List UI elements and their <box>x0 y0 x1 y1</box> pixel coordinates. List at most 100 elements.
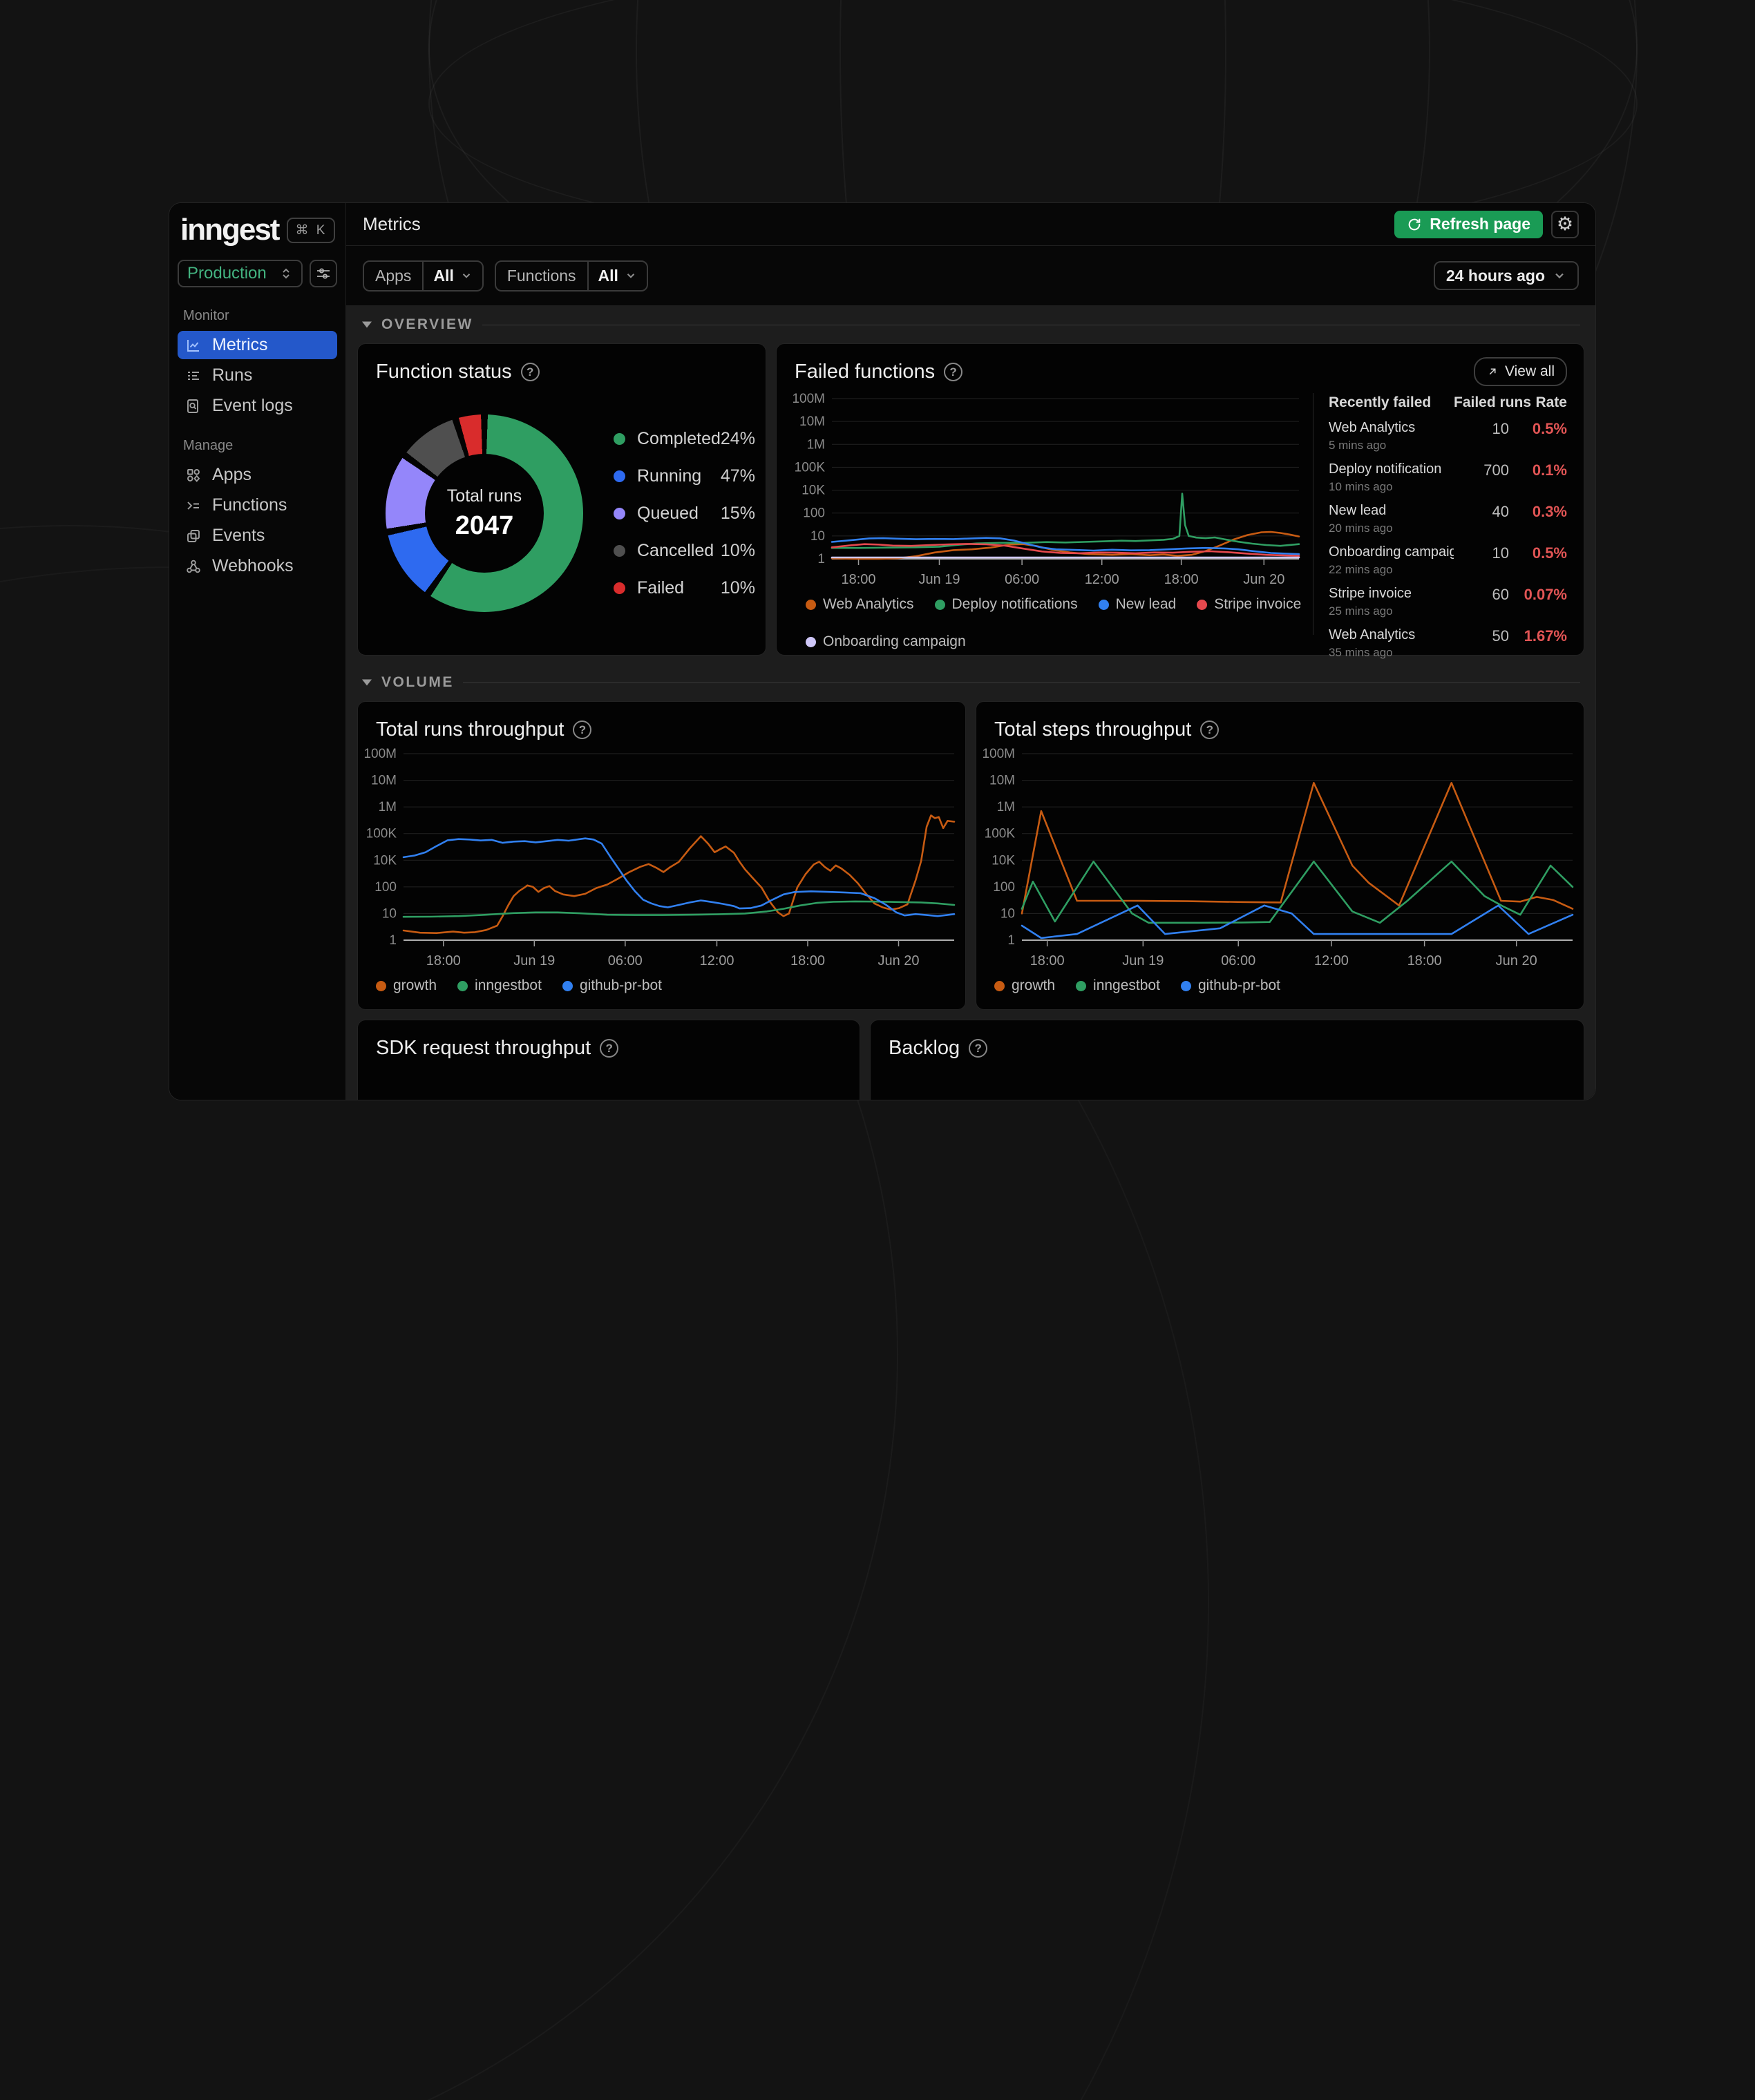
collapse-triangle-icon <box>362 321 372 328</box>
chevron-down-icon <box>625 269 637 282</box>
legend-label: Onboarding campaign <box>823 633 966 649</box>
sidebar-item-label: Webhooks <box>212 556 294 575</box>
legend-label: Web Analytics <box>823 596 914 612</box>
svg-text:1M: 1M <box>379 800 397 814</box>
svg-text:Jun 20: Jun 20 <box>878 953 919 968</box>
chart-legend-item[interactable]: growth <box>376 977 437 994</box>
svg-text:100: 100 <box>374 880 397 895</box>
legend-dot <box>806 636 816 647</box>
environment-label: Production <box>187 264 267 283</box>
functions-filter[interactable]: Functions All <box>494 260 648 292</box>
sidebar-item-apps[interactable]: Apps <box>178 461 337 489</box>
help-icon[interactable]: ? <box>520 363 540 381</box>
total-steps-throughput-chart[interactable]: 1 10 100 10K 100K 1M 10M 100M 18:00 Jun 19 06:00 12… <box>976 744 1584 972</box>
failed-functions-chart[interactable]: 1 10 100 10K 100K 1M 10M 100M 18:00 Jun 19 06:00 12… <box>786 389 1310 591</box>
total-runs-label: Total runs <box>446 486 522 506</box>
svg-text:18:00: 18:00 <box>1030 953 1065 968</box>
chart-legend-item[interactable]: Deploy notifications <box>934 596 1078 613</box>
chart-legend-item[interactable]: inngestbot <box>457 977 542 994</box>
settings-button[interactable]: ⚙ <box>1551 210 1579 238</box>
failure-rate: 0.1% <box>1532 461 1567 479</box>
sidebar-item-event-logs[interactable]: Event logs <box>178 392 337 420</box>
column-header-rate: Rate <box>1535 394 1567 410</box>
total-steps-chart-legend: growth inngestbot github-pr-bot <box>976 972 1584 994</box>
failed-runs-count: 60 <box>1492 586 1509 603</box>
help-icon[interactable]: ? <box>1200 720 1220 739</box>
svg-text:10: 10 <box>382 906 397 921</box>
command-k-shortcut-badge[interactable]: ⌘ K <box>287 217 336 243</box>
legend-label: Running <box>637 466 702 486</box>
legend-item-running[interactable]: Running 47% <box>614 466 755 486</box>
failed-functions-chart-legend: Web Analytics Deploy notifications New l… <box>786 591 1310 650</box>
svg-text:10: 10 <box>810 529 825 544</box>
table-row[interactable]: Web Analytics 35 mins ago 50 1.67% <box>1329 627 1567 660</box>
sdk-request-throughput-panel: SDK request throughput ? <box>357 1020 860 1100</box>
section-divider <box>462 682 1580 683</box>
functions-filter-value: All <box>598 266 618 285</box>
view-all-button[interactable]: View all <box>1474 357 1567 386</box>
panel-title: Failed functions <box>795 361 936 383</box>
sidebar-item-label: Metrics <box>212 335 268 354</box>
failed-runs-count: 10 <box>1492 544 1509 562</box>
apps-grid-icon <box>187 468 200 482</box>
legend-item-failed[interactable]: Failed 10% <box>614 578 755 598</box>
sidebar-item-metrics[interactable]: Metrics <box>178 331 337 359</box>
gear-icon: ⚙ <box>1556 213 1574 235</box>
legend-dot <box>614 432 625 445</box>
sidebar-item-runs[interactable]: Runs <box>178 361 337 390</box>
legend-item-completed[interactable]: Completed 24% <box>614 429 755 449</box>
failed-runs-count: 40 <box>1492 503 1509 520</box>
chart-legend-item[interactable]: github-pr-bot <box>1180 977 1280 994</box>
help-icon[interactable]: ? <box>600 1039 619 1058</box>
sidebar-item-functions[interactable]: Functions <box>178 491 337 519</box>
table-row[interactable]: Stripe invoice 25 mins ago 60 0.07% <box>1329 586 1567 618</box>
time-range-selector[interactable]: 24 hours ago <box>1433 261 1579 290</box>
chart-legend-item[interactable]: Stripe invoice <box>1197 596 1301 613</box>
svg-text:10K: 10K <box>992 853 1015 868</box>
volume-section-toggle[interactable]: VOLUME <box>361 672 1580 693</box>
table-row[interactable]: New lead 20 mins ago 40 0.3% <box>1329 503 1567 535</box>
svg-text:100K: 100K <box>985 827 1016 841</box>
chart-legend-item[interactable]: github-pr-bot <box>562 977 662 994</box>
svg-text:10: 10 <box>1000 906 1015 921</box>
help-icon[interactable]: ? <box>573 720 592 739</box>
failed-runs-count: 10 <box>1492 420 1509 437</box>
total-runs-throughput-chart[interactable]: 1 10 100 10K 100K 1M 10M 100M 18:00 Jun 19 06:00 12… <box>358 744 965 972</box>
panel-title: Function status <box>376 361 512 383</box>
environment-filter-button[interactable] <box>310 260 337 287</box>
overview-section-toggle[interactable]: OVERVIEW <box>361 314 1580 335</box>
legend-dot <box>806 599 816 610</box>
legend-dot <box>1197 599 1208 610</box>
sidebar-item-label: Apps <box>212 465 252 484</box>
table-row[interactable]: Deploy notification 10 mins ago 700 0.1% <box>1329 461 1567 494</box>
table-row[interactable]: Onboarding campaign 22 mins ago 10 0.5% <box>1329 544 1567 577</box>
panel-title: Total steps throughput <box>994 718 1192 741</box>
arrow-up-right-icon <box>1489 368 1496 375</box>
total-steps-throughput-panel: Total steps throughput ? 1 10 100 10K 100K 1M… <box>976 701 1584 1010</box>
help-icon[interactable]: ? <box>969 1039 988 1058</box>
chart-legend-item[interactable]: Onboarding campaign <box>806 633 966 650</box>
chevron-down-icon <box>460 269 473 282</box>
sidebar-item-webhooks[interactable]: Webhooks <box>178 552 337 580</box>
apps-filter[interactable]: Apps All <box>363 260 484 292</box>
chart-legend-item[interactable]: growth <box>994 977 1055 994</box>
legend-dot <box>614 507 625 519</box>
function-status-donut[interactable]: Total runs 2047 <box>386 414 583 612</box>
environment-selector[interactable]: Production <box>178 260 303 287</box>
sidebar-item-label: Events <box>212 526 265 545</box>
failed-time: 25 mins ago <box>1329 604 1393 618</box>
chart-legend-item[interactable]: inngestbot <box>1076 977 1160 994</box>
table-row[interactable]: Web Analytics 5 mins ago 10 0.5% <box>1329 420 1567 452</box>
legend-label: inngestbot <box>1093 977 1160 993</box>
legend-label: New lead <box>1115 596 1177 612</box>
chart-legend-item[interactable]: New lead <box>1098 596 1177 613</box>
legend-label: growth <box>393 977 437 993</box>
legend-item-queued[interactable]: Queued 15% <box>614 504 755 524</box>
sidebar-item-events[interactable]: Events <box>178 522 337 550</box>
chart-legend-item[interactable]: Web Analytics <box>806 596 914 613</box>
help-icon[interactable]: ? <box>944 363 963 381</box>
manage-section-label: Manage <box>183 438 234 453</box>
failure-rate: 0.5% <box>1532 420 1567 437</box>
legend-item-cancelled[interactable]: Cancelled 10% <box>614 541 755 561</box>
refresh-page-button[interactable]: Refresh page <box>1394 210 1543 238</box>
